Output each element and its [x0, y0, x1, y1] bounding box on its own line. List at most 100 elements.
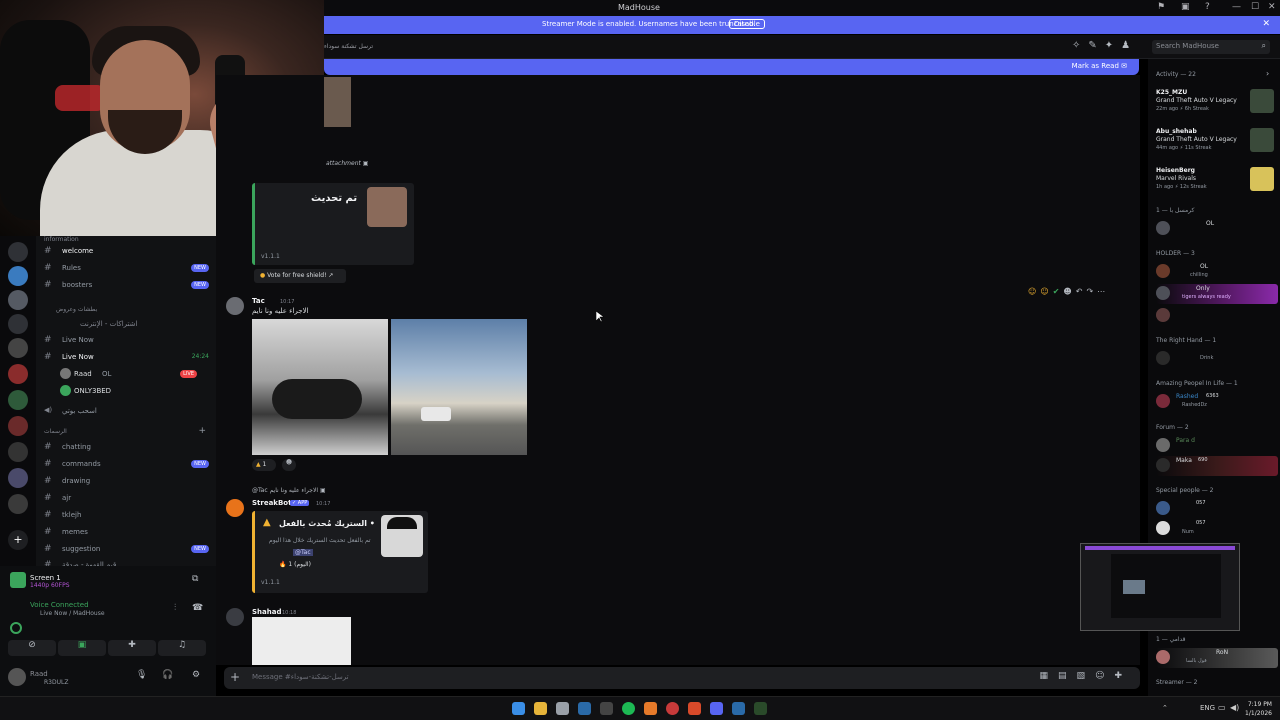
member-item[interactable]: Rashed 6363 RashedDz — [1156, 392, 1278, 412]
message-author[interactable]: Shahad — [252, 608, 281, 616]
message-input[interactable]: + Message #ترسل-تشكنة-سوداء ▦▤▧☺✚ — [224, 667, 1140, 689]
message-author[interactable]: Tac — [252, 297, 265, 305]
server-icon[interactable] — [8, 364, 28, 384]
start-icon[interactable] — [512, 702, 525, 715]
pin-icon[interactable]: ⚑ — [1157, 2, 1165, 12]
category-3[interactable]: الرسمات — [44, 428, 67, 435]
reply-preview[interactable]: @Tac الاجراء عليه ونا نايم ▣ — [252, 487, 326, 494]
avatar[interactable] — [226, 608, 244, 626]
channel-live-now-2[interactable]: # Live Now 24:24 — [44, 350, 209, 366]
avatar[interactable] — [226, 297, 244, 315]
forward-icon[interactable]: ↷ — [1086, 287, 1097, 296]
activity-card[interactable]: K25_MZU Grand Theft Auto V Legacy 22m ag… — [1154, 87, 1276, 121]
voice-user-raad[interactable]: Raad OL LIVE — [60, 367, 209, 383]
vote-shield-button[interactable]: ● Vote for free shield! ↗ — [254, 269, 346, 283]
channel-drawing[interactable]: # drawing — [44, 474, 209, 490]
app-icon[interactable] — [754, 702, 767, 715]
server-icon[interactable] — [8, 442, 28, 462]
pin-messages-icon[interactable]: ✦ — [1105, 40, 1121, 51]
headphones-icon[interactable]: 🎧 — [162, 670, 173, 680]
disconnect-icon[interactable]: ☎ — [192, 603, 203, 613]
share-screen-button[interactable]: ▣ — [58, 640, 106, 656]
activity-card[interactable]: HeisenBerg Marvel Rivals 1h ago ⚡ 12s St… — [1154, 165, 1276, 199]
notification-icon[interactable]: ✎ — [1088, 40, 1104, 51]
minimize-icon[interactable]: — — [1232, 2, 1241, 12]
signal-icon[interactable] — [10, 622, 22, 634]
message-actions-toolbar[interactable]: ☺☺✔☻↶↷⋯ — [1028, 287, 1132, 303]
app-icon[interactable] — [732, 702, 745, 715]
channel-tklejh[interactable]: # tklejh — [44, 508, 209, 524]
server-icon[interactable] — [8, 468, 28, 488]
member-item[interactable]: OL — [1156, 219, 1278, 239]
steam-icon[interactable] — [578, 702, 591, 715]
channel-rules[interactable]: # Rules NEW — [44, 261, 209, 277]
category-2[interactable]: بطشات وعروض — [56, 306, 97, 313]
voice-user-only3bed[interactable]: ONLY3BED — [60, 384, 209, 400]
threads-icon[interactable]: ✧ — [1072, 40, 1088, 51]
help-icon[interactable]: ? — [1205, 2, 1210, 12]
mark-as-read-button[interactable]: Mark as Read ✉ — [1072, 62, 1127, 70]
clock[interactable]: 7:19 PM 1/1/2026 — [1245, 700, 1272, 718]
network-icon[interactable]: ▭ — [1218, 703, 1226, 712]
channel-welcome[interactable]: # welcome — [44, 244, 209, 260]
channel-live-now-1[interactable]: # Live Now — [44, 333, 209, 349]
channel-memes[interactable]: # memes — [44, 525, 209, 541]
activities-button[interactable]: ✚ — [108, 640, 156, 656]
server-icon[interactable] — [8, 416, 28, 436]
activity-card[interactable]: Abu_shehab Grand Theft Auto V Legacy 44m… — [1154, 126, 1276, 160]
member-item[interactable]: Only tigers always ready — [1156, 284, 1278, 304]
volume-icon[interactable]: ◀) — [1230, 703, 1239, 712]
add-channel-icon[interactable]: + — [198, 426, 206, 436]
brave-icon[interactable] — [688, 702, 701, 715]
member-item[interactable]: RoN قول بالسا — [1156, 648, 1278, 668]
app-icon[interactable] — [600, 702, 613, 715]
voice-status[interactable]: Voice Connected — [30, 601, 89, 609]
member-item[interactable]: Drink — [1156, 349, 1278, 369]
voice-channel[interactable]: Live Now / MadHouse — [40, 610, 105, 617]
message-author[interactable]: StreakBot — [252, 499, 291, 507]
member-item[interactable]: 057 Num — [1156, 519, 1278, 539]
channel-chatting[interactable]: # chatting — [44, 440, 209, 456]
member-list-icon[interactable]: ♟ — [1121, 40, 1138, 51]
channel-boosters[interactable]: # boosters NEW — [44, 278, 209, 294]
reply-icon[interactable]: ↶ — [1076, 287, 1087, 296]
username[interactable]: Raad — [30, 670, 48, 678]
apps-icon[interactable]: ✚ — [1114, 671, 1132, 681]
user-mention[interactable]: @Tac — [293, 549, 313, 556]
reaction-warning[interactable]: ▲ 1 — [252, 459, 276, 471]
server-icon[interactable] — [8, 314, 28, 334]
settings-gear-icon[interactable]: ⚙ — [192, 670, 200, 680]
language-indicator[interactable]: ENG — [1200, 704, 1215, 712]
app-icon[interactable] — [644, 702, 657, 715]
image-attachment-office[interactable] — [252, 319, 388, 455]
stream-preview-pip[interactable] — [1080, 543, 1240, 631]
file-explorer-icon[interactable] — [534, 702, 547, 715]
close-window-icon[interactable]: ✕ — [1268, 2, 1276, 12]
reaction-emoji-icon[interactable]: ☺☺ — [1028, 287, 1053, 296]
mic-icon[interactable]: 🎙 — [136, 670, 147, 680]
gif-icon[interactable]: ▤ — [1058, 671, 1077, 681]
attachment-image[interactable] — [324, 77, 351, 127]
server-icon[interactable] — [8, 266, 28, 286]
member-item[interactable]: OL chilling — [1156, 262, 1278, 282]
app-icon[interactable] — [556, 702, 569, 715]
add-reaction-button[interactable]: ☻ — [282, 459, 296, 471]
image-attachment-outdoor[interactable] — [391, 319, 527, 455]
channel-suggestion[interactable]: # suggestion NEW — [44, 542, 209, 558]
noise-icon[interactable]: ⫶ — [174, 603, 176, 613]
tray-chevron-icon[interactable]: ⌃ — [1162, 704, 1168, 712]
avatar[interactable] — [8, 668, 26, 686]
add-attachment-icon[interactable]: + — [230, 670, 240, 684]
camera-button[interactable]: ⊘ — [8, 640, 56, 656]
chevron-icon[interactable]: › — [1266, 69, 1269, 78]
more-icon[interactable]: ⋯ — [1097, 287, 1109, 296]
member-item[interactable]: 057 — [1156, 499, 1278, 519]
server-icon[interactable] — [8, 338, 28, 358]
maximize-icon[interactable]: ☐ — [1251, 2, 1259, 12]
app-icon[interactable] — [666, 702, 679, 715]
add-server-icon[interactable]: + — [8, 530, 28, 550]
add-reaction-icon[interactable]: ☻ — [1063, 287, 1075, 296]
member-item[interactable]: Maka 690 — [1156, 456, 1278, 476]
channel-ajr[interactable]: # ajr — [44, 491, 209, 507]
gift-icon[interactable]: ▦ — [1040, 671, 1059, 681]
